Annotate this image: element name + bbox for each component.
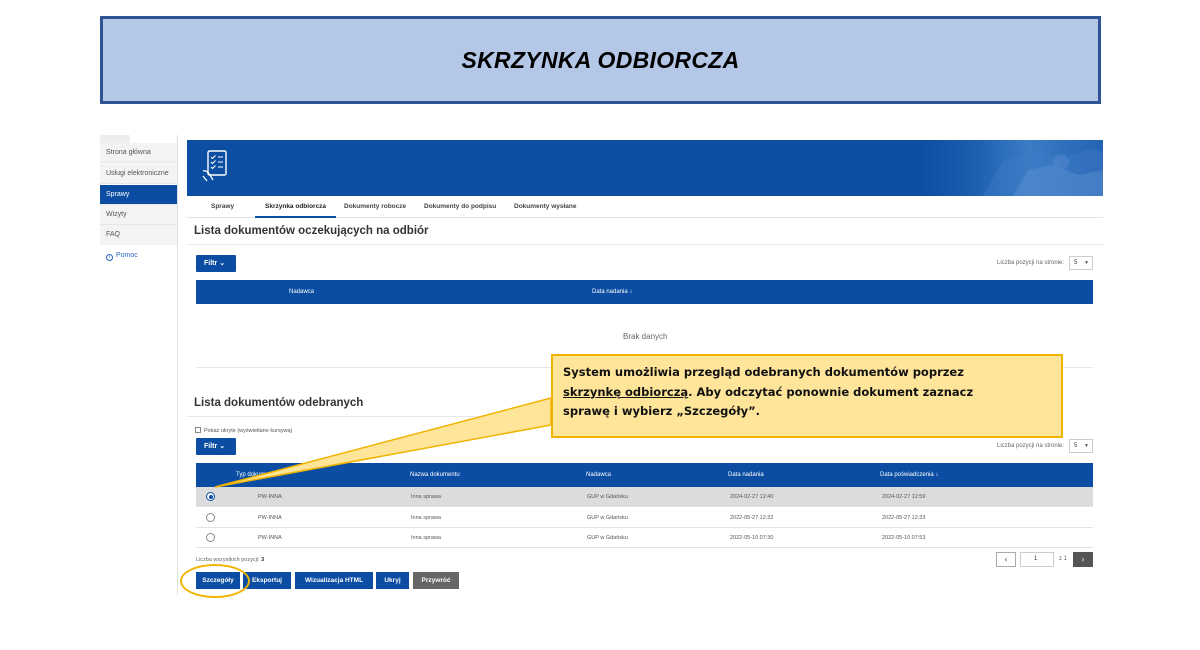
per-page-value: 5 (1074, 260, 1078, 266)
tab-sent[interactable]: Dokumenty wysłane (504, 198, 587, 218)
cell-confirmed: 2022-05-27 12:33 (882, 515, 926, 521)
sidebar-item-services[interactable]: Usługi elektroniczne (100, 164, 177, 184)
pending-table-header: Nadawca Data nadania ↓ (196, 280, 1093, 304)
pager-next-button[interactable]: › (1073, 552, 1093, 567)
show-hidden-checkbox[interactable]: Pokaż ukryte (wyświetlane kursywą) (195, 427, 292, 434)
header-decorative-image (983, 148, 1103, 196)
received-list-title: Lista dokumentów odebranych (194, 397, 364, 409)
table-row[interactable]: PW-INNA Inna sprawa GUP w Gdańsku 2022-0… (196, 508, 1093, 528)
cell-sender: GUP w Gdańsku (587, 535, 628, 541)
export-button[interactable]: Eksportuj (243, 572, 291, 589)
document-checklist-icon (202, 150, 227, 182)
slide-title: SKRZYNKA ODBIORCZA (461, 46, 740, 73)
slide-title-banner: SKRZYNKA ODBIORCZA (100, 16, 1101, 104)
table-row[interactable]: PW-INNA Inna sprawa GUP w Gdańsku 2022-0… (196, 528, 1093, 548)
arrow-down-icon: ↓ (935, 472, 939, 478)
details-highlight-ring (180, 564, 250, 598)
total-label: Liczba wszystkich pozycji: (196, 557, 260, 563)
cell-confirmed: 2024-02-27 12:59 (882, 494, 926, 500)
total-count: Liczba wszystkich pozycji: 3 (196, 557, 264, 563)
cell-name: Inna sprawa (411, 535, 441, 541)
cell-type: PW-INNA (258, 494, 282, 500)
callout-link: skrzynkę odbiorczą (563, 384, 689, 399)
filter-label: Filtr (204, 260, 218, 267)
pager-prev-button[interactable]: ‹ (996, 552, 1016, 567)
pending-per-page-label: Liczba pozycji na stronie: (997, 260, 1065, 266)
sidebar-item-cases[interactable]: Sprawy (100, 185, 177, 205)
cell-sender: GUP w Gdańsku (587, 494, 628, 500)
empty-state-text: Brak danych (623, 332, 668, 341)
pending-per-page-select[interactable]: 5 ▼ (1069, 256, 1093, 270)
column-header-sender[interactable]: Nadawca (586, 463, 611, 487)
show-hidden-label: Pokaż ukryte (wyświetlane kursywą) (204, 428, 293, 434)
callout-text-2: . Aby odczytać ponownie dokument zaznacz (688, 384, 974, 399)
column-header-sender[interactable]: Nadawca (289, 280, 314, 304)
cell-name: Inna sprawa (411, 494, 441, 500)
cell-sent: 2022-05-10 07:30 (730, 535, 774, 541)
sidebar-help-link[interactable]: i Pomoc (106, 252, 138, 261)
received-filter-button[interactable]: Filtr ⌄ (196, 438, 236, 455)
tab-bar: Sprawy Skrzynka odbiorcza Dokumenty robo… (187, 198, 1103, 218)
column-header-doc-type[interactable]: Typ dokumentu (236, 463, 277, 487)
tab-drafts[interactable]: Dokumenty robocze (334, 198, 416, 218)
help-label: Pomoc (116, 252, 138, 259)
tab-to-sign[interactable]: Dokumenty do podpisu (414, 198, 506, 218)
per-page-value: 5 (1074, 443, 1078, 449)
column-header-confirmed-date[interactable]: Data poświadczenia ↓ (880, 463, 938, 487)
sidebar-top-strip (100, 135, 130, 143)
sidebar-item-home[interactable]: Strona główna (100, 143, 177, 163)
table-row[interactable]: PW-INNA Inna sprawa GUP w Gdańsku 2024-0… (196, 487, 1093, 507)
sidebar-item-visits[interactable]: Wizyty (100, 205, 177, 225)
sidebar-item-faq[interactable]: FAQ (100, 225, 177, 245)
row-radio[interactable] (206, 513, 215, 522)
divider (187, 416, 552, 417)
tab-inbox[interactable]: Skrzynka odbiorcza (255, 198, 337, 218)
pending-list-title: Lista dokumentów oczekujących na odbiór (194, 225, 429, 237)
checkbox-icon (195, 427, 201, 433)
caret-down-icon: ▼ (1084, 260, 1089, 266)
pager-page-input[interactable]: 1 (1020, 552, 1054, 567)
column-label: Data nadania (592, 289, 628, 295)
chevron-down-icon: ⌄ (219, 443, 226, 450)
chevron-down-icon: ⌄ (219, 260, 226, 267)
cell-sender: GUP w Gdańsku (587, 515, 628, 521)
header-banner (187, 140, 1103, 196)
total-value: 3 (261, 557, 265, 563)
column-header-sent-date[interactable]: Data nadania (728, 463, 764, 487)
received-table-header: Typ dokumentu Nazwa dokumentu Nadawca Da… (196, 463, 1093, 487)
filter-label: Filtr (204, 443, 218, 450)
cell-type: PW-INNA (258, 535, 282, 541)
hide-button[interactable]: Ukryj (376, 572, 409, 589)
cell-type: PW-INNA (258, 515, 282, 521)
instruction-callout: System umożliwia przegląd odebranych dok… (551, 354, 1063, 438)
arrow-down-icon: ↓ (629, 289, 633, 295)
received-per-page-select[interactable]: 5 ▼ (1069, 439, 1093, 453)
html-visualization-button[interactable]: Wizualizacja HTML (295, 572, 373, 589)
column-label: Data poświadczenia (880, 472, 934, 478)
info-icon: i (106, 254, 113, 261)
callout-text-3: sprawę i wybierz „Szczegóły”. (563, 404, 761, 418)
column-header-sent-date[interactable]: Data nadania ↓ (592, 280, 632, 304)
row-radio[interactable] (206, 533, 215, 542)
caret-down-icon: ▼ (1084, 443, 1089, 449)
callout-text-1: System umożliwia przegląd odebranych dok… (563, 365, 964, 379)
received-per-page-label: Liczba pozycji na stronie: (997, 443, 1065, 449)
pending-filter-button[interactable]: Filtr ⌄ (196, 255, 236, 272)
divider (187, 244, 1103, 245)
column-header-doc-name[interactable]: Nazwa dokumentu (410, 463, 460, 487)
tab-cases[interactable]: Sprawy (201, 198, 244, 218)
row-radio[interactable] (206, 492, 215, 501)
cell-name: Inna sprawa (411, 515, 441, 521)
pager-total: z 1 (1059, 556, 1068, 562)
restore-button[interactable]: Przywróć (413, 572, 459, 589)
cell-confirmed: 2022-05-10 07:53 (882, 535, 926, 541)
cell-sent: 2022-05-27 12:32 (730, 515, 774, 521)
sidebar: Strona główna Usługi elektroniczne Spraw… (100, 135, 178, 595)
cell-sent: 2024-02-27 12:40 (730, 494, 774, 500)
